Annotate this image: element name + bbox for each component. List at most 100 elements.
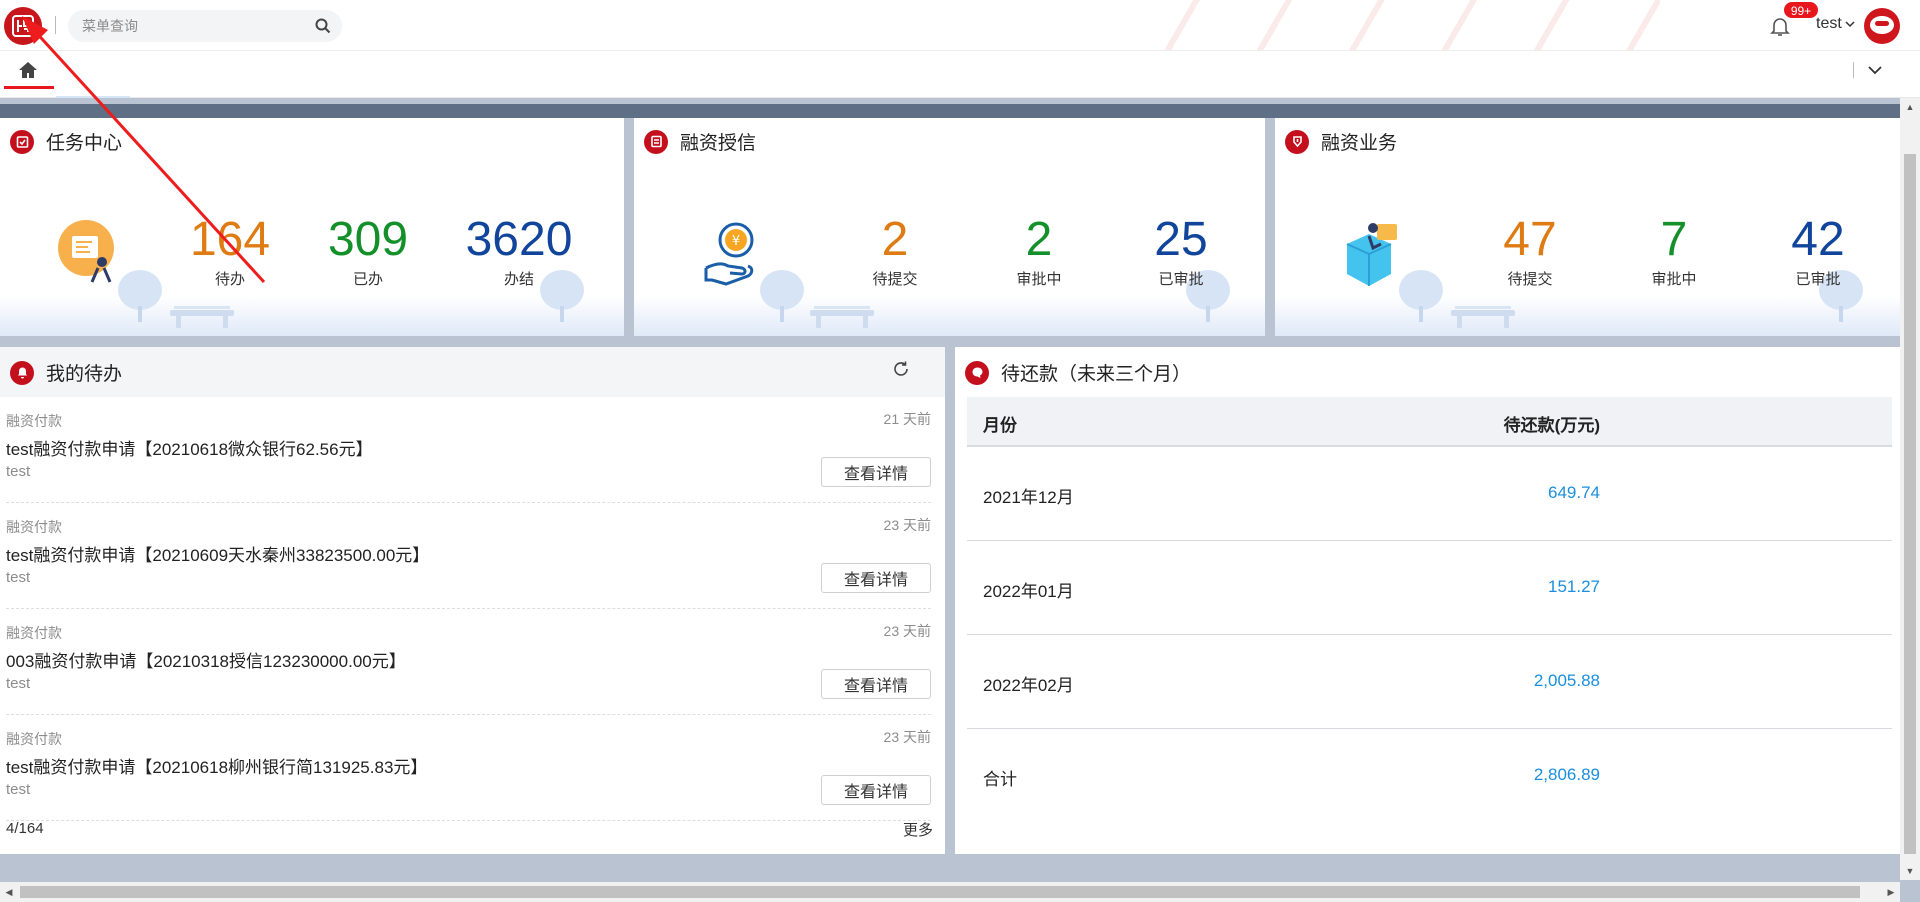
stat-value[interactable]: 7	[1627, 214, 1721, 266]
cell-month: 2021年12月	[983, 488, 1074, 507]
column-header-month: 月份	[983, 416, 1017, 435]
todo-item: 融资付款 23 天前 003融资付款申请【20210318授信123230000…	[6, 609, 931, 715]
stat-value[interactable]: 2	[992, 214, 1086, 266]
tree-decoration	[118, 270, 162, 322]
cell-month: 2022年02月	[983, 676, 1074, 695]
horizontal-scrollbar[interactable]: ◀ ▶	[0, 882, 1900, 902]
stat-label: 待办	[214, 271, 245, 288]
notification-badge[interactable]: 99+	[1783, 1, 1819, 19]
svg-text:¥: ¥	[732, 234, 740, 249]
stat-value[interactable]: 309	[318, 214, 418, 266]
todo-item: 融资付款 23 天前 test融资付款申请【20210609天水秦州338235…	[6, 503, 931, 609]
chevron-down-icon[interactable]	[1844, 18, 1856, 30]
financing-business-card: 融资业务 47 待提交 7 审批中 42 已审批	[1275, 118, 1900, 336]
stat-approved[interactable]: 25 已审批	[1134, 214, 1228, 289]
todo-item: 融资付款 23 天前 test融资付款申请【20210618柳州银行简13192…	[6, 715, 931, 821]
view-details-button[interactable]: 查看详情	[821, 669, 931, 699]
stat-value[interactable]: 164	[182, 214, 278, 266]
menu-search-box[interactable]	[68, 10, 342, 42]
search-icon[interactable]	[314, 17, 332, 35]
cell-total-amount[interactable]: 2,806.89	[1480, 765, 1600, 785]
tab-tools	[1853, 61, 1884, 79]
tab-home[interactable]	[0, 51, 56, 89]
credit-icon	[644, 129, 668, 154]
avatar[interactable]	[1864, 8, 1900, 44]
stat-value[interactable]: 3620	[456, 214, 582, 266]
scroll-left-arrow[interactable]: ◀	[4, 886, 14, 898]
scroll-right-arrow[interactable]: ▶	[1886, 886, 1896, 898]
scroll-down-arrow[interactable]: ▼	[1905, 866, 1915, 876]
scrollbar-thumb[interactable]	[1904, 154, 1916, 854]
stat-label: 审批中	[1016, 271, 1062, 288]
card-background-decoration	[634, 296, 1265, 336]
stat-label: 已审批	[1795, 271, 1841, 288]
card-background-decoration	[0, 296, 624, 336]
repayment-panel: 待还款（未来三个月） 月份 待还款(万元) 2021年12月 649.74 20…	[955, 347, 1900, 854]
todo-title[interactable]: 003融资付款申请【20210318授信123230000.00元】	[6, 647, 406, 672]
stat-label: 审批中	[1651, 271, 1697, 288]
menu-search-input[interactable]	[82, 16, 302, 36]
stat-label: 已办	[352, 271, 383, 288]
todo-time: 23 天前	[883, 517, 931, 533]
bell-icon[interactable]	[1770, 15, 1790, 37]
view-details-button[interactable]: 查看详情	[821, 457, 931, 487]
stat-approved[interactable]: 42 已审批	[1771, 214, 1865, 289]
table-header: 月份 待还款(万元)	[967, 397, 1892, 447]
stat-pending[interactable]: 164 待办	[182, 214, 278, 289]
task-center-icon	[10, 129, 34, 154]
cell-month: 2022年01月	[983, 582, 1074, 601]
stat-completed[interactable]: 3620 办结	[456, 214, 582, 289]
card-title: 任务中心	[10, 128, 122, 155]
stat-value[interactable]: 2	[848, 214, 942, 266]
todo-time: 23 天前	[883, 729, 931, 745]
header-decoration	[1140, 0, 1660, 50]
card-background-decoration	[1275, 296, 1900, 336]
money-hand-illustration: ¥	[704, 222, 754, 286]
home-icon[interactable]	[18, 61, 38, 79]
stat-value[interactable]: 47	[1483, 214, 1577, 266]
todo-title[interactable]: test融资付款申请【20210609天水秦州33823500.00元】	[6, 541, 429, 566]
vertical-scrollbar[interactable]: ▲ ▼	[1900, 98, 1920, 880]
view-details-button[interactable]: 查看详情	[821, 563, 931, 593]
more-link[interactable]: 更多	[903, 819, 933, 840]
user-menu[interactable]: test	[1816, 15, 1856, 33]
stat-label: 已审批	[1158, 271, 1204, 288]
scroll-up-arrow[interactable]: ▲	[1905, 102, 1915, 112]
stat-to-submit[interactable]: 2 待提交	[848, 214, 942, 289]
todo-category: 融资付款	[6, 413, 62, 429]
stat-in-approval[interactable]: 2 审批中	[992, 214, 1086, 289]
stat-value[interactable]: 25	[1134, 214, 1228, 266]
stat-to-submit[interactable]: 47 待提交	[1483, 214, 1577, 289]
stat-in-approval[interactable]: 7 审批中	[1627, 214, 1721, 289]
tree-decoration	[760, 270, 804, 322]
todo-category: 融资付款	[6, 731, 62, 747]
office-worker-illustration	[1346, 223, 1397, 286]
cell-amount[interactable]: 2,005.88	[1480, 671, 1600, 691]
cell-amount[interactable]: 649.74	[1480, 483, 1600, 503]
todo-user: test	[6, 675, 31, 692]
chevron-down-icon[interactable]	[1866, 61, 1884, 79]
cell-amount[interactable]: 151.27	[1480, 577, 1600, 597]
table-row: 2022年01月 151.27	[967, 541, 1892, 635]
view-details-button[interactable]: 查看详情	[821, 775, 931, 805]
todo-title[interactable]: test融资付款申请【20210618微众银行62.56元】	[6, 435, 373, 460]
content-top-strip	[0, 104, 1900, 118]
stat-value[interactable]: 42	[1771, 214, 1865, 266]
scrollbar-thumb[interactable]	[20, 886, 1860, 898]
stat-done[interactable]: 309 已办	[318, 214, 418, 289]
panel-title-text: 我的待办	[46, 364, 123, 385]
todo-title[interactable]: test融资付款申请【20210618柳州银行简131925.83元】	[6, 753, 427, 778]
logo-icon[interactable]	[4, 7, 42, 45]
todo-item: 融资付款 21 天前 test融资付款申请【20210618微众银行62.56元…	[6, 397, 931, 503]
panel-title: 待还款（未来三个月）	[965, 359, 1191, 386]
my-todo-panel: 我的待办 融资付款 21 天前 test融资付款申请【20210618微众银行6…	[0, 347, 945, 854]
cell-total-label: 合计	[983, 770, 1017, 789]
table-row: 2022年02月 2,005.88	[967, 635, 1892, 729]
stat-label: 待提交	[872, 271, 918, 288]
username-label[interactable]: test	[1816, 15, 1842, 33]
bench-decoration	[810, 306, 874, 328]
table-row: 2021年12月 649.74	[967, 447, 1892, 541]
bench-decoration	[1451, 306, 1515, 328]
avatar-eyes	[1875, 21, 1889, 26]
refresh-icon[interactable]	[891, 359, 911, 379]
